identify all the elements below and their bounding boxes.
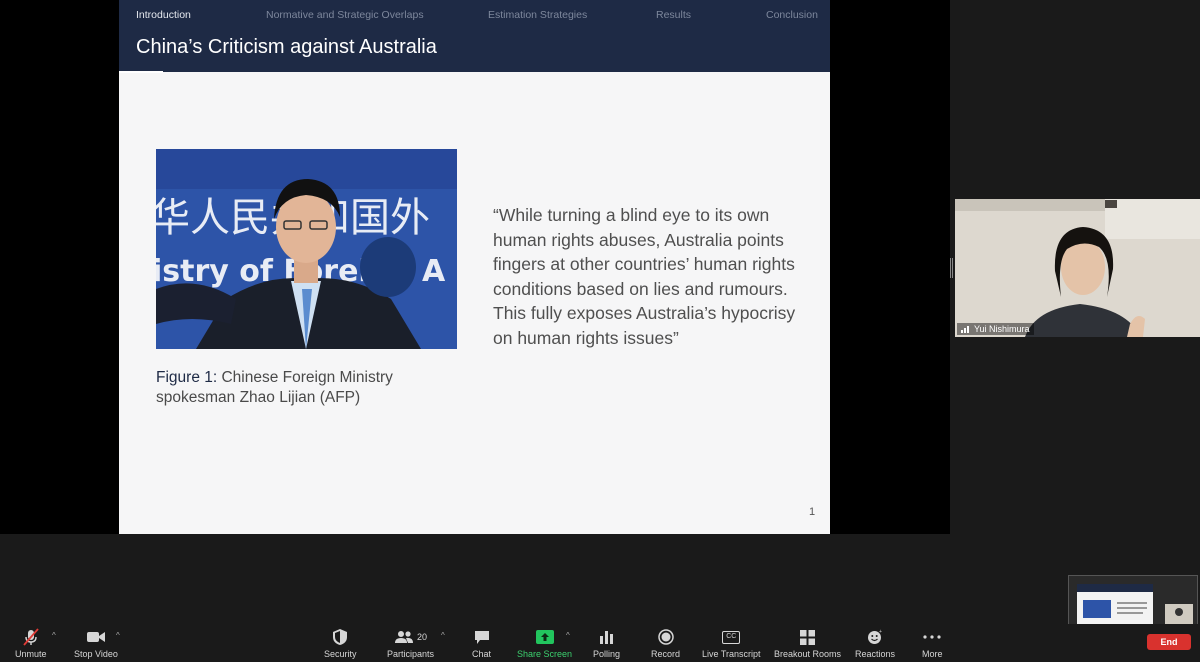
security-button[interactable]: Security <box>324 627 357 659</box>
record-label: Record <box>651 649 681 659</box>
reactions-button[interactable]: + Reactions <box>855 627 895 659</box>
breakout-rooms-button[interactable]: Breakout Rooms <box>774 627 841 659</box>
participants-icon <box>395 631 413 643</box>
polling-button[interactable]: Polling <box>593 627 620 659</box>
participant-video-tile[interactable]: Yui Nishimura <box>955 199 1200 337</box>
shared-screen-area: Introduction Normative and Strategic Ove… <box>0 0 950 534</box>
participants-label: Participants <box>387 649 435 659</box>
record-icon <box>657 629 674 645</box>
chat-bubble-icon <box>474 630 489 644</box>
meeting-toolbar: Unmute ^ Stop Video ^ Security 20 Partic… <box>0 624 1200 662</box>
nav-conclusion: Conclusion <box>766 9 818 21</box>
spokesman-photo: 华人民共和国外 istry of Foreign A <box>156 149 457 349</box>
active-section-indicator <box>119 71 163 73</box>
record-button[interactable]: Record <box>651 627 680 659</box>
chat-button[interactable]: Chat <box>472 627 491 659</box>
participant-name: Yui Nishimura <box>974 324 1030 334</box>
unmute-button[interactable]: Unmute <box>15 627 47 659</box>
closed-captions-icon: CC <box>722 630 741 644</box>
presentation-slide: Introduction Normative and Strategic Ove… <box>119 0 830 534</box>
nav-introduction: Introduction <box>136 9 191 21</box>
live-transcript-label: Live Transcript <box>702 649 761 659</box>
share-screen-button[interactable]: Share Screen <box>517 627 572 659</box>
polling-label: Polling <box>593 649 621 659</box>
muted-microphone-icon <box>23 628 39 646</box>
audio-options-caret-icon[interactable]: ^ <box>52 631 56 640</box>
svg-text:+: + <box>879 629 882 635</box>
more-label: More <box>922 649 943 659</box>
nav-estimation-strategies: Estimation Strategies <box>488 9 588 21</box>
shield-icon <box>333 629 348 645</box>
quote-text: “While turning a blind eye to its own hu… <box>493 205 796 348</box>
figure-caption-label: Figure 1: <box>156 369 218 386</box>
stop-video-label: Stop Video <box>74 649 118 659</box>
participant-name-tag: Yui Nishimura <box>957 323 1034 335</box>
end-meeting-button[interactable]: End <box>1147 634 1191 650</box>
participants-button[interactable]: 20 Participants <box>387 627 434 659</box>
security-label: Security <box>324 649 357 659</box>
live-transcript-button[interactable]: CC Live Transcript <box>702 627 761 659</box>
unmute-label: Unmute <box>15 649 47 659</box>
reactions-label: Reactions <box>855 649 896 659</box>
breakout-rooms-label: Breakout Rooms <box>774 649 842 659</box>
participant-video-feed <box>955 199 1200 337</box>
nav-normative-overlaps: Normative and Strategic Overlaps <box>266 9 424 21</box>
bar-chart-icon <box>599 631 613 644</box>
share-options-caret-icon[interactable]: ^ <box>566 631 570 640</box>
share-screen-label: Share Screen <box>517 649 573 659</box>
breakout-rooms-icon <box>800 629 816 645</box>
video-options-caret-icon[interactable]: ^ <box>116 631 120 640</box>
share-screen-icon <box>535 630 554 644</box>
more-dots-icon <box>923 635 941 639</box>
stop-video-button[interactable]: Stop Video <box>74 627 118 659</box>
smiley-face-icon: + <box>868 629 882 644</box>
participants-options-caret-icon[interactable]: ^ <box>441 631 445 640</box>
slide-page-number: 1 <box>809 506 816 518</box>
figure-caption: Figure 1: Chinese Foreign Ministry spoke… <box>156 368 416 408</box>
video-camera-icon <box>86 632 105 642</box>
panel-resize-handle[interactable] <box>950 258 953 278</box>
participants-count: 20 <box>417 632 428 642</box>
slide-title: China’s Criticism against Australia <box>136 36 437 58</box>
zoom-meeting-window: Introduction Normative and Strategic Ove… <box>0 0 1200 662</box>
chat-label: Chat <box>472 649 492 659</box>
signal-strength-icon <box>961 326 969 333</box>
more-button[interactable]: More <box>922 627 943 659</box>
nav-results: Results <box>656 9 692 21</box>
slide-header: Introduction Normative and Strategic Ove… <box>119 0 830 73</box>
